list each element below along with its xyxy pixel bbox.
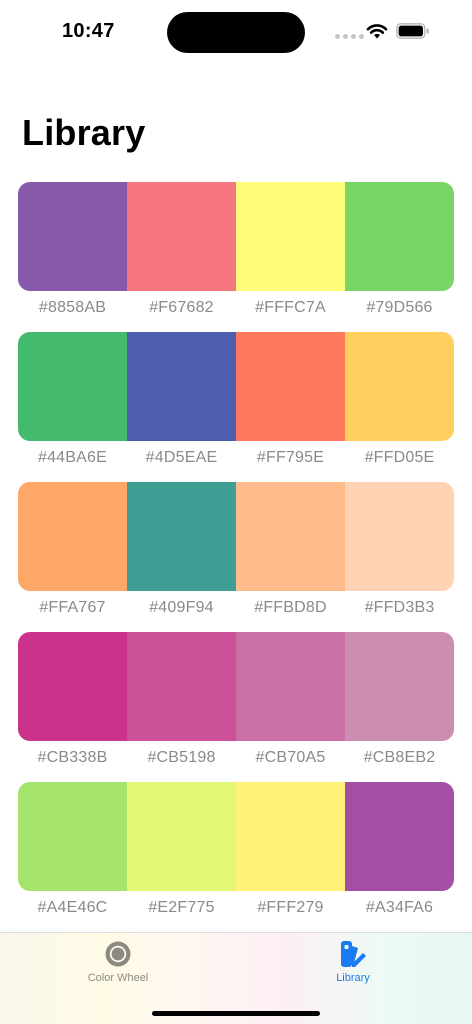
palette-hex-row: #8858AB #F67682 #FFFC7A #79D566 [18,291,454,325]
palette-swatch-row[interactable] [18,482,454,591]
color-swatch[interactable] [345,182,454,291]
color-swatch[interactable] [127,332,236,441]
color-wheel-icon [105,941,131,967]
color-hex-label: #CB8EB2 [363,749,436,766]
palette-swatch-row[interactable] [18,182,454,291]
palette-card[interactable]: #FFA767 #409F94 #FFBD8D #FFD3B3 [18,482,454,625]
palette-swatch-row[interactable] [18,332,454,441]
color-swatch[interactable] [345,782,454,891]
color-swatch[interactable] [236,332,345,441]
color-swatch[interactable] [18,632,127,741]
color-hex-label: #FFFC7A [255,299,326,316]
palette-hex-row: #CB338B #CB5198 #CB70A5 #CB8EB2 [18,741,454,775]
screen: 10:47 Library #8858AB #F67682 #FFFC7A #79D5… [0,0,472,1024]
color-hex-label: #FF795E [256,449,325,466]
tab-library[interactable]: Library [273,939,433,995]
palette-card[interactable]: #44BA6E #4D5EAE #FF795E #FFD05E [18,332,454,475]
palette-hex-row: #44BA6E #4D5EAE #FF795E #FFD05E [18,441,454,475]
color-hex-label: #E2F775 [148,899,215,916]
color-hex-label: #FFBD8D [254,599,327,616]
color-swatch[interactable] [127,182,236,291]
palette-card[interactable]: #8858AB #F67682 #FFFC7A #79D566 [18,182,454,325]
color-hex-label: #F67682 [149,299,214,316]
palette-library-icon [341,941,366,967]
color-swatch[interactable] [345,482,454,591]
tab-color-wheel[interactable]: Color Wheel [38,939,198,995]
color-swatch[interactable] [127,482,236,591]
color-hex-label: #FFF279 [257,899,324,916]
color-swatch[interactable] [236,632,345,741]
color-swatch[interactable] [18,482,127,591]
color-swatch[interactable] [127,632,236,741]
color-swatch[interactable] [236,782,345,891]
color-hex-label: #A34FA6 [365,899,434,916]
color-hex-label: #409F94 [149,599,214,616]
color-hex-label: #4D5EAE [145,449,218,466]
color-hex-label: #A4E46C [37,899,108,916]
color-hex-label: #CB338B [37,749,108,766]
color-swatch[interactable] [236,482,345,591]
color-hex-label: #79D566 [366,299,433,316]
color-swatch[interactable] [127,782,236,891]
color-hex-label: #FFD3B3 [364,599,435,616]
palette-hex-row: #A4E46C #E2F775 #FFF279 #A34FA6 [18,891,454,925]
color-swatch[interactable] [345,632,454,741]
palette-swatch-row[interactable] [18,782,454,891]
palette-card[interactable]: #A4E46C #E2F775 #FFF279 #A34FA6 [18,782,454,925]
color-swatch[interactable] [18,182,127,291]
color-hex-label: #FFD05E [364,449,435,466]
color-hex-label: #8858AB [38,299,107,316]
palette-card[interactable]: #CB338B #CB5198 #CB70A5 #CB8EB2 [18,632,454,775]
color-hex-label: #FFA767 [39,599,106,616]
color-hex-label: #CB5198 [147,749,216,766]
color-swatch[interactable] [345,332,454,441]
palette-list: #8858AB #F67682 #FFFC7A #79D566 #44BA6E #4D5E… [0,0,472,1024]
color-swatch[interactable] [18,332,127,441]
color-swatch[interactable] [236,182,345,291]
color-hex-label: #44BA6E [37,449,107,466]
tab-color-wheel-label: Color Wheel [87,972,149,984]
color-hex-label: #CB70A5 [255,749,326,766]
home-indicator [152,1011,320,1016]
palette-swatch-row[interactable] [18,632,454,741]
palette-hex-row: #FFA767 #409F94 #FFBD8D #FFD3B3 [18,591,454,625]
color-swatch[interactable] [18,782,127,891]
tab-library-label: Library [336,972,370,984]
